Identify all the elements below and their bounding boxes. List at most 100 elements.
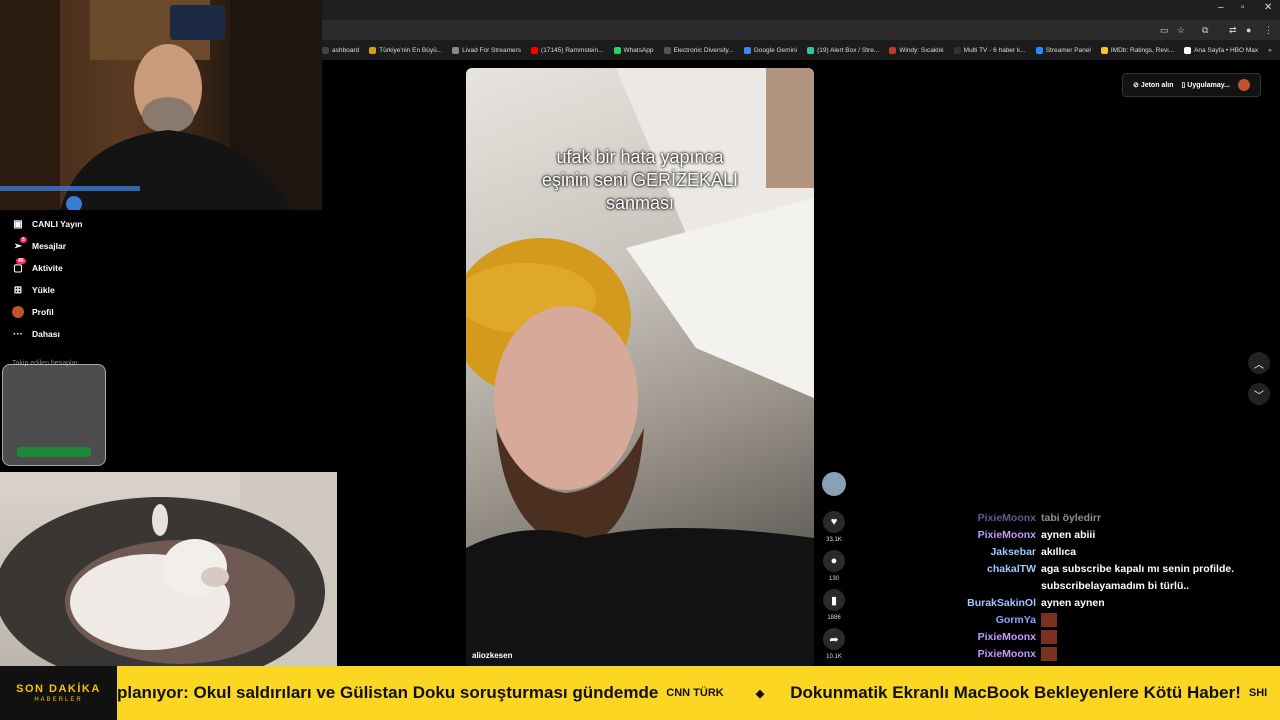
sidebar-item-more[interactable]: ··· Dahası xyxy=(12,328,60,340)
bookmarks-bar: ashboard Türkiye'nin En Büyü... Livad For … xyxy=(322,40,1280,60)
chat-text: aynen aynen xyxy=(1041,597,1105,609)
caption-line: sanması xyxy=(605,193,675,213)
share-button[interactable]: ➦ 10.1K xyxy=(822,628,846,660)
bookmark-favicon-icon xyxy=(531,46,539,54)
top-actions: ⊘ Jeton alın ▯ Uygulamay... xyxy=(1122,73,1261,97)
next-video-button[interactable]: ﹀ xyxy=(1248,383,1270,405)
bookmark-label: Windy: Sıcaklık xyxy=(899,46,944,54)
bookmark-item[interactable]: Türkiye'nin En Büyü... xyxy=(369,46,442,54)
bookmark-item[interactable]: Google Gemini xyxy=(743,46,798,54)
sidebar-item-activity[interactable]: ▢ 40 Aktivite xyxy=(12,258,63,274)
minimize-icon[interactable]: – xyxy=(1218,2,1224,13)
pet-webcam xyxy=(0,472,337,666)
chat-text: aga subscribe kapalı mı senin profilde. … xyxy=(1041,563,1235,592)
sidebar-item-label: Profil xyxy=(32,307,54,317)
chat-message: chakalTW aga subscribe kapalı mı senin pr… xyxy=(900,561,1280,595)
bookmark-label: Google Gemini xyxy=(753,46,798,54)
chat-message: PixieMoonx xyxy=(900,646,1280,663)
bookmark-label: Livad For Streamers xyxy=(462,46,522,54)
previous-video-button[interactable]: ︿ xyxy=(1248,352,1270,374)
menu-icon[interactable]: ⋮ xyxy=(1264,25,1273,36)
bookmark-favicon-icon xyxy=(1184,46,1192,54)
overlay-green-bar xyxy=(17,447,91,457)
bookmark-label: WhatsApp xyxy=(623,46,654,54)
sidebar-item-live[interactable]: ▣ CANLI Yayın xyxy=(12,218,82,230)
caption-line: ufak bir hata yapınca xyxy=(556,147,724,167)
profile-icon[interactable]: ● xyxy=(1246,25,1251,35)
video-player[interactable]: ufak bir hata yapınca eşinin seni GERİZE… xyxy=(466,68,814,666)
chat-username: PixieMoonx xyxy=(977,512,1036,524)
chat-message: GormYa xyxy=(900,612,1280,629)
chevron-down-icon: ﹀ xyxy=(1254,390,1264,402)
user-avatar[interactable] xyxy=(1237,79,1250,91)
bookmark-item[interactable]: ashboard xyxy=(322,46,360,54)
sidebar-item-profile[interactable]: Profil xyxy=(12,306,54,318)
sidebar-item-upload[interactable]: ⊞ Yükle xyxy=(12,284,55,296)
save-button[interactable]: ▮ 1886 xyxy=(822,589,846,621)
like-button[interactable]: ♥ 33.1K xyxy=(822,511,846,543)
comment-button[interactable]: ● 130 xyxy=(822,550,846,582)
chat-message: PixieMoonx tabi öyledirr xyxy=(900,510,1280,527)
sidebar-item-label: Mesajlar xyxy=(32,241,67,251)
caption-line: eşinin seni GERİZEKALI xyxy=(541,170,739,190)
chat-text: aynen abiii xyxy=(1041,529,1096,541)
bookmark-item[interactable]: Ana Sayfa • HBO Max xyxy=(1184,46,1259,54)
more-icon: ··· xyxy=(13,328,23,340)
bookmark-item[interactable]: Electronic Diversity... xyxy=(663,46,734,54)
video-author[interactable]: aliozkesen xyxy=(472,651,512,660)
chat-username: PixieMoonx xyxy=(977,648,1036,660)
maximize-icon[interactable]: ▫ xyxy=(1241,2,1245,13)
creator-avatar-icon xyxy=(822,472,846,496)
bookmark-label: IMDb: Ratings, Revi... xyxy=(1110,46,1175,54)
bookmark-label: Multi TV - 6 haber k... xyxy=(963,46,1026,54)
creator-avatar[interactable] xyxy=(822,472,846,496)
bookmark-item[interactable]: WhatsApp xyxy=(613,46,654,54)
sidebar-item-label: Dahası xyxy=(32,329,60,339)
extensions-icon[interactable]: ⧉ xyxy=(1202,25,1208,36)
bookmark-item[interactable]: Streamer Panel xyxy=(1035,46,1091,54)
bookmark-favicon-icon xyxy=(322,46,329,54)
bookmark-favicon-icon xyxy=(889,46,897,54)
bookmark-label: (19) Alert Box / Stre... xyxy=(817,46,880,54)
sidepanel-icon[interactable]: ⇄ xyxy=(1229,25,1237,36)
emote-icon xyxy=(1041,630,1057,645)
bookmark-star-icon[interactable]: ☆ xyxy=(1177,25,1185,36)
chat-text: akıllıca xyxy=(1041,546,1077,558)
chat-text xyxy=(1041,646,1271,663)
bookmarks-overflow-icon[interactable]: » xyxy=(1268,47,1272,54)
sidebar-item-label: CANLI Yayın xyxy=(32,219,83,229)
avatar-icon xyxy=(12,306,24,318)
stream-overlay-widget xyxy=(2,364,106,466)
bookmark-favicon-icon xyxy=(663,46,671,54)
bookmark-item[interactable]: Livad For Streamers xyxy=(452,46,522,54)
share-count: 10.1K xyxy=(826,654,842,660)
ticker-headline: planıyor: Okul saldırıları ve Gülistan D… xyxy=(117,683,659,702)
sidebar-item-label: Aktivite xyxy=(32,263,63,273)
bookmark-item[interactable]: Windy: Sıcaklık xyxy=(889,46,944,54)
bookmark-favicon-icon xyxy=(613,46,621,54)
bookmark-item[interactable]: IMDb: Ratings, Revi... xyxy=(1100,46,1175,54)
chat-username: chakalTW xyxy=(986,563,1036,575)
get-app-button[interactable]: ▯ Uygulamay... xyxy=(1182,81,1230,89)
diamond-icon: ◆ xyxy=(755,687,765,700)
ticker-brand-subtitle: HABERLER xyxy=(34,697,83,703)
video-caption: ufak bir hata yapınca eşinin seni GERİZE… xyxy=(466,146,814,215)
close-icon[interactable]: ✕ xyxy=(1264,2,1272,13)
cast-icon[interactable]: ▭ xyxy=(1160,25,1169,36)
bookmark-label: Ana Sayfa • HBO Max xyxy=(1194,46,1259,54)
bookmark-item[interactable]: (19) Alert Box / Stre... xyxy=(807,46,880,54)
coins-button[interactable]: ⊘ Jeton alın xyxy=(1133,81,1174,89)
bookmark-item[interactable]: Multi TV - 6 haber k... xyxy=(953,46,1026,54)
bookmark-label: Electronic Diversity... xyxy=(673,46,734,54)
bookmark-favicon-icon xyxy=(1100,46,1108,54)
bookmark-label: ashboard xyxy=(332,46,360,54)
chevron-up-icon: ︿ xyxy=(1254,359,1264,371)
news-ticker: SON DAKİKA HABERLER planıyor: Okul saldı… xyxy=(0,666,1280,720)
messages-badge: 5 xyxy=(20,237,27,243)
upload-icon: ⊞ xyxy=(13,284,23,296)
bookmark-item[interactable]: (17145) Rammstein... xyxy=(531,46,604,54)
bookmark-icon: ▮ xyxy=(823,589,845,611)
share-icon: ➦ xyxy=(823,628,845,650)
bookmark-favicon-icon xyxy=(452,46,460,54)
sidebar-item-messages[interactable]: ➢ 5 Mesajlar xyxy=(12,237,67,252)
